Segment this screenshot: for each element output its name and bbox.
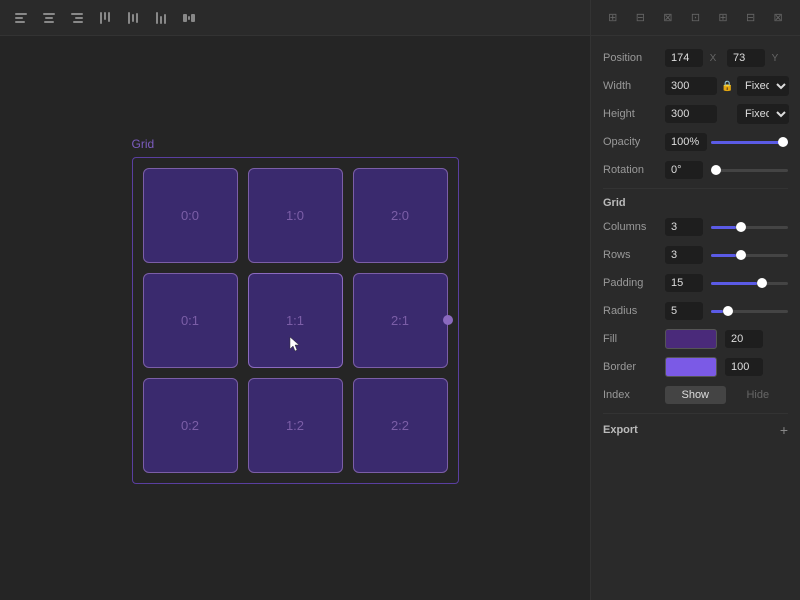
width-mode-select[interactable]: Fixed Hug Fill xyxy=(737,76,789,96)
panel-content: Position X Y Width 🔒 Fixed Hug Fill Heig… xyxy=(591,36,800,450)
cell-2-0[interactable]: 2:0 xyxy=(353,168,448,263)
grid-section-header: Grid xyxy=(603,188,788,213)
columns-input[interactable] xyxy=(665,218,703,236)
y-label: Y xyxy=(769,53,781,64)
export-row: Export + xyxy=(603,413,788,442)
rotation-row: Rotation xyxy=(603,156,788,184)
align-middle-icon[interactable] xyxy=(124,9,142,27)
padding-label: Padding xyxy=(603,277,661,289)
fill-value-input[interactable] xyxy=(725,330,763,348)
export-add-button[interactable]: + xyxy=(780,422,788,438)
padding-row: Padding xyxy=(603,269,788,297)
columns-label: Columns xyxy=(603,221,661,233)
width-row: Width 🔒 Fixed Hug Fill xyxy=(603,72,788,100)
height-mode-select[interactable]: Fixed Hug Fill xyxy=(737,104,789,124)
align-top-icon[interactable] xyxy=(96,9,114,27)
align-left-icon[interactable] xyxy=(12,9,30,27)
width-input[interactable] xyxy=(665,77,717,95)
columns-row: Columns xyxy=(603,213,788,241)
cell-1-0[interactable]: 1:0 xyxy=(248,168,343,263)
grid-container: 0:0 1:0 2:0 0:1 1:1 2:1 0:2 1:2 2:2 xyxy=(132,157,459,484)
index-tabs: Show Hide xyxy=(665,386,788,404)
padding-input[interactable] xyxy=(665,274,703,292)
fill-label: Fill xyxy=(603,333,661,345)
radius-row: Radius xyxy=(603,297,788,325)
cell-0-2[interactable]: 0:2 xyxy=(143,378,238,473)
rows-input[interactable] xyxy=(665,246,703,264)
padding-slider[interactable] xyxy=(711,282,788,285)
lock-icon: 🔒 xyxy=(721,81,733,92)
right-panel: ⊞ ⊟ ⊠ ⊡ ⊞ ⊟ ⊠ Position X Y Width 🔒 Fixed… xyxy=(590,0,800,600)
rows-slider[interactable] xyxy=(711,254,788,257)
align-right-icon[interactable] xyxy=(68,9,86,27)
position-x-input[interactable] xyxy=(665,49,703,67)
opacity-row: Opacity xyxy=(603,128,788,156)
top-toolbar xyxy=(0,0,590,36)
cursor-icon xyxy=(288,335,302,353)
grid-label: Grid xyxy=(132,137,155,151)
opacity-slider[interactable] xyxy=(711,141,788,144)
panel-align-middle-icon[interactable]: ⊞ xyxy=(713,11,733,24)
cell-1-2[interactable]: 1:2 xyxy=(248,378,343,473)
opacity-input[interactable] xyxy=(665,133,707,151)
radius-label: Radius xyxy=(603,305,661,317)
rows-label: Rows xyxy=(603,249,661,261)
cell-2-1[interactable]: 2:1 xyxy=(353,273,448,368)
border-color-swatch[interactable] xyxy=(665,357,717,377)
fill-color-swatch[interactable] xyxy=(665,329,717,349)
grid-wrapper: Grid 0:0 1:0 2:0 0:1 1:1 2:1 0:2 1:2 2:2 xyxy=(132,137,459,484)
cell-0-0[interactable]: 0:0 xyxy=(143,168,238,263)
panel-distribute-icon[interactable]: ⊠ xyxy=(768,11,788,24)
index-label: Index xyxy=(603,389,661,401)
index-show-tab[interactable]: Show xyxy=(665,386,726,404)
rotation-slider[interactable] xyxy=(711,169,788,172)
radius-input[interactable] xyxy=(665,302,703,320)
rotation-input[interactable] xyxy=(665,161,703,179)
panel-align-center-icon[interactable]: ⊟ xyxy=(630,11,650,24)
height-input[interactable] xyxy=(665,105,717,123)
index-row: Index Show Hide xyxy=(603,381,788,409)
cell-2-2[interactable]: 2:2 xyxy=(353,378,448,473)
panel-align-top-icon[interactable]: ⊡ xyxy=(685,11,705,24)
align-center-horizontal-icon[interactable] xyxy=(40,9,58,27)
rows-row: Rows xyxy=(603,241,788,269)
position-row: Position X Y xyxy=(603,44,788,72)
opacity-label: Opacity xyxy=(603,136,661,148)
export-label: Export xyxy=(603,424,638,436)
width-label: Width xyxy=(603,80,661,92)
rotation-label: Rotation xyxy=(603,164,661,176)
height-label: Height xyxy=(603,108,661,120)
panel-align-left-icon[interactable]: ⊞ xyxy=(603,11,623,24)
fill-row: Fill xyxy=(603,325,788,353)
index-hide-tab[interactable]: Hide xyxy=(728,386,789,404)
height-row: Height 🔒 Fixed Hug Fill xyxy=(603,100,788,128)
columns-slider[interactable] xyxy=(711,226,788,229)
canvas-area: Grid 0:0 1:0 2:0 0:1 1:1 2:1 0:2 1:2 2:2 xyxy=(0,0,590,600)
distribute-icon[interactable] xyxy=(180,9,198,27)
border-label: Border xyxy=(603,361,661,373)
cell-0-1[interactable]: 0:1 xyxy=(143,273,238,368)
selection-dot xyxy=(443,315,453,325)
position-y-input[interactable] xyxy=(727,49,765,67)
border-value-input[interactable] xyxy=(725,358,763,376)
radius-slider[interactable] xyxy=(711,310,788,313)
align-bottom-icon[interactable] xyxy=(152,9,170,27)
x-label: X xyxy=(707,53,719,64)
panel-toolbar: ⊞ ⊟ ⊠ ⊡ ⊞ ⊟ ⊠ xyxy=(591,0,800,36)
position-label: Position xyxy=(603,52,661,64)
panel-align-bottom-icon[interactable]: ⊟ xyxy=(741,11,761,24)
panel-align-right-icon[interactable]: ⊠ xyxy=(658,11,678,24)
border-row: Border xyxy=(603,353,788,381)
cell-1-1[interactable]: 1:1 xyxy=(248,273,343,368)
